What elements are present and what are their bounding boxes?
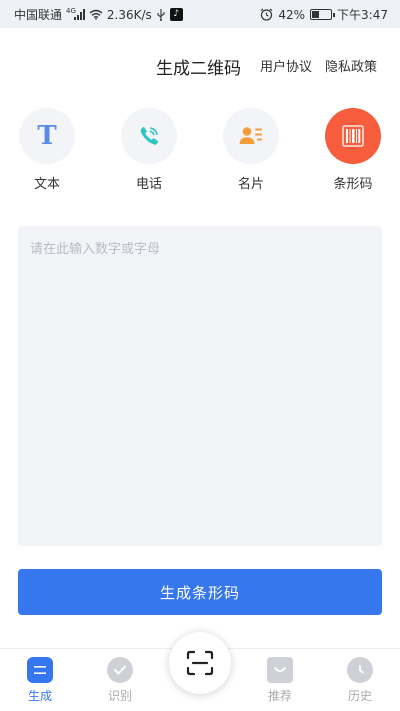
generate-barcode-button[interactable]: 生成条形码 xyxy=(18,569,382,615)
type-phone[interactable]: 电话 xyxy=(109,108,189,192)
content-input[interactable] xyxy=(18,226,382,546)
tab-history[interactable]: 历史 xyxy=(330,657,390,704)
tab-recommend-label: 推荐 xyxy=(267,689,292,703)
usb-icon xyxy=(157,8,165,21)
status-bar: 中国联通 4G 2.36K/s ♪ 42% 下午3:47 xyxy=(0,0,400,28)
history-icon xyxy=(347,657,373,683)
clock: 下午3:47 xyxy=(337,8,388,22)
type-text-circle: T xyxy=(19,108,75,164)
header: 生成二维码 用户协议 隐私政策 xyxy=(0,48,400,80)
phone-icon xyxy=(140,127,159,145)
scan-button[interactable] xyxy=(169,632,231,694)
contact-card-icon xyxy=(239,127,262,144)
type-text-label: 文本 xyxy=(33,177,60,192)
signal-icon: 4G xyxy=(66,7,85,20)
privacy-policy-link[interactable]: 隐私政策 xyxy=(325,56,377,75)
tab-generate[interactable]: 生成 xyxy=(10,657,70,704)
network-type: 4G xyxy=(66,7,76,15)
tab-generate-label: 生成 xyxy=(27,689,52,703)
tab-recommend[interactable]: 推荐 xyxy=(250,657,310,704)
alarm-icon xyxy=(261,8,273,21)
battery-fill xyxy=(312,11,320,18)
type-contact-card[interactable]: 名片 xyxy=(211,108,291,192)
status-bar-left: 中国联通 4G 2.36K/s ♪ xyxy=(14,6,183,23)
type-phone-label: 电话 xyxy=(135,177,162,192)
battery-icon xyxy=(310,9,336,20)
type-phone-circle xyxy=(121,108,177,164)
generate-icon xyxy=(27,657,53,683)
carrier-name: 中国联通 xyxy=(14,8,63,22)
type-text[interactable]: T 文本 xyxy=(7,108,87,192)
type-barcode-circle xyxy=(325,108,381,164)
tab-recognize[interactable]: 识别 xyxy=(90,657,150,704)
tab-history-label: 历史 xyxy=(347,689,372,703)
battery-percent: 42% xyxy=(278,7,306,22)
type-barcode[interactable]: 条形码 xyxy=(313,108,393,192)
type-contact-card-label: 名片 xyxy=(237,177,264,192)
code-type-selector: T 文本 电话 名片 条形码 xyxy=(0,108,400,198)
wifi-icon xyxy=(89,9,103,20)
page-title: 生成二维码 xyxy=(156,59,241,79)
network-speed: 2.36K/s xyxy=(106,7,152,22)
type-barcode-label: 条形码 xyxy=(333,177,373,192)
type-contact-card-circle xyxy=(223,108,279,164)
scan-icon xyxy=(186,650,214,676)
tiktok-icon: ♪ xyxy=(169,8,183,21)
text-icon: T xyxy=(37,121,57,151)
tab-recognize-label: 识别 xyxy=(107,689,132,703)
status-bar-right: 42% 下午3:47 xyxy=(260,6,388,23)
recommend-icon xyxy=(267,657,293,683)
barcode-icon xyxy=(342,125,364,147)
screen: 中国联通 4G 2.36K/s ♪ 42% 下午3:47 生成二维码 用户协议 … xyxy=(0,0,400,711)
user-agreement-link[interactable]: 用户协议 xyxy=(260,56,312,75)
recognize-icon xyxy=(107,657,133,683)
